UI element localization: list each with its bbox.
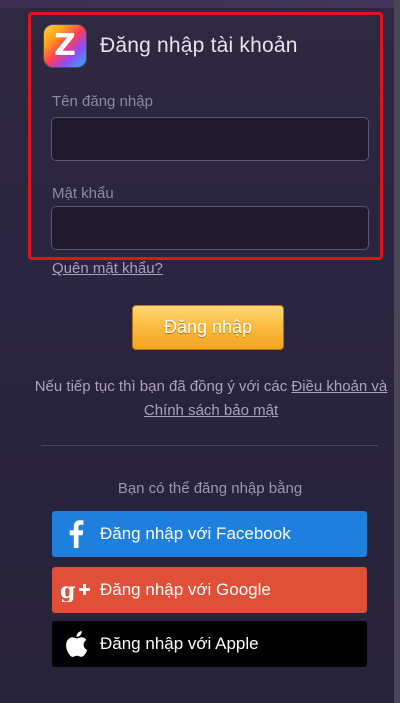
panel-edge — [394, 0, 400, 703]
top-band — [0, 0, 394, 8]
page-title: Đăng nhập tài khoản — [100, 34, 298, 57]
login-header: Z Đăng nhập tài khoản — [44, 24, 298, 68]
google-plus-icon: g — [52, 567, 100, 613]
logo-letter: Z — [54, 28, 76, 63]
username-label: Tên đăng nhập — [52, 93, 153, 110]
facebook-login-label: Đăng nhập với Facebook — [100, 524, 291, 543]
password-input[interactable] — [51, 206, 369, 250]
facebook-login-button[interactable]: Đăng nhập với Facebook — [52, 511, 367, 557]
username-input[interactable] — [51, 117, 369, 161]
zing-logo-icon: Z — [44, 25, 86, 67]
apple-login-button[interactable]: Đăng nhập với Apple — [52, 621, 367, 667]
login-button[interactable]: Đăng nhập — [132, 305, 284, 350]
forgot-password-link[interactable]: Quên mật khẩu? — [52, 260, 163, 277]
google-login-label: Đăng nhập với Google — [100, 580, 271, 599]
apple-login-label: Đăng nhập với Apple — [100, 634, 259, 653]
apple-icon — [52, 621, 100, 667]
svg-text:g: g — [60, 578, 75, 602]
facebook-icon — [52, 511, 100, 557]
divider — [41, 445, 378, 446]
google-login-button[interactable]: g Đăng nhập với Google — [52, 567, 367, 613]
terms-notice: Nếu tiếp tục thì bạn đã đồng ý với các Đ… — [26, 375, 396, 423]
terms-text: Nếu tiếp tục thì bạn đã đồng ý với các — [34, 378, 292, 395]
password-label: Mật khẩu — [52, 185, 114, 202]
alternative-login-label: Bạn có thể đăng nhập bằng — [117, 480, 303, 497]
